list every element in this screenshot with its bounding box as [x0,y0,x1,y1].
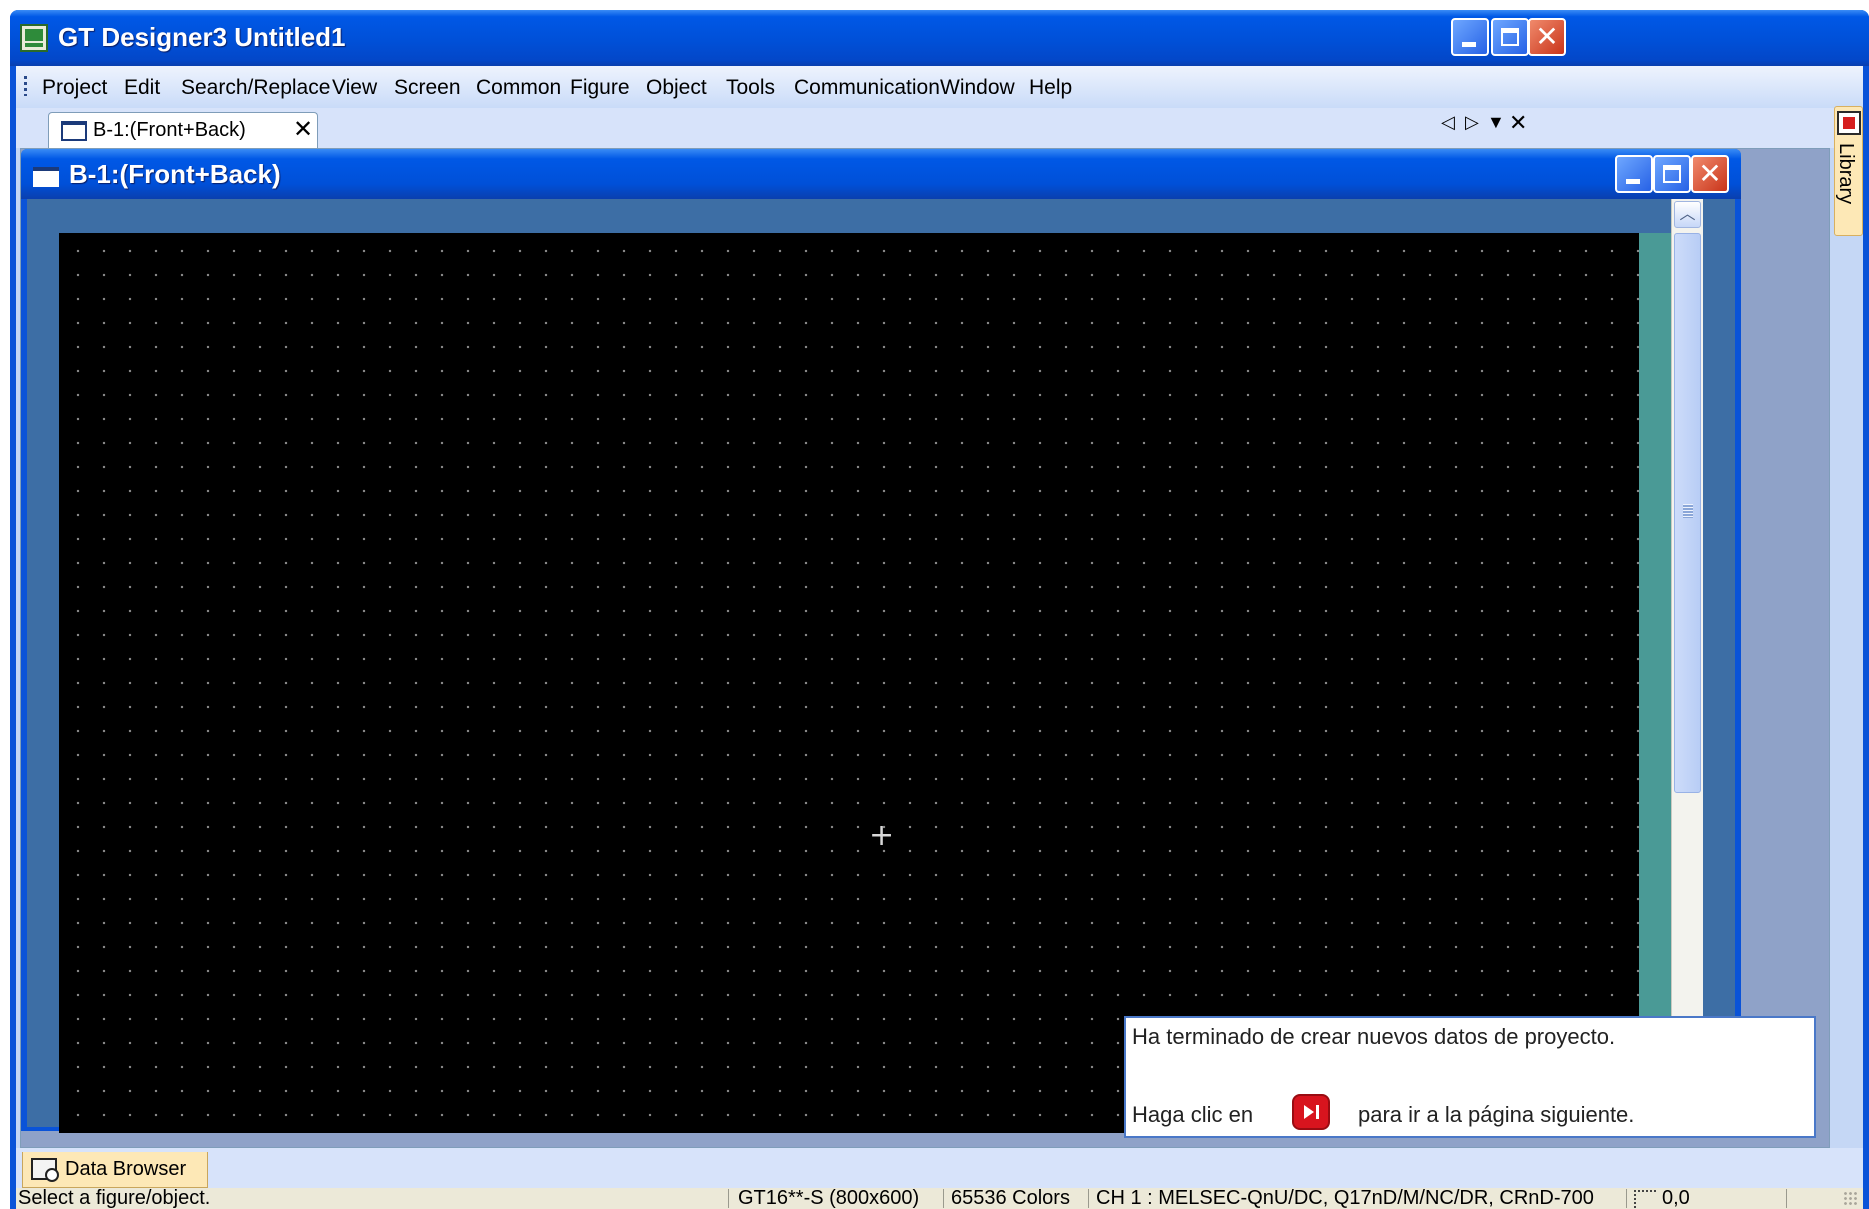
library-icon [1837,111,1861,135]
close-all-tabs-icon[interactable]: ✕ [1509,110,1527,136]
vertical-scrollbar[interactable]: ︿ [1671,199,1703,1127]
status-separator [1786,1189,1787,1208]
menu-edit[interactable]: Edit [124,76,160,100]
scroll-up-icon[interactable]: ︿ [1674,201,1701,228]
tab-close-icon[interactable]: ✕ [293,115,313,144]
close-button[interactable]: ✕ [1528,18,1566,56]
balloon-message: Ha terminado de crear nuevos datos de pr… [1132,1024,1616,1049]
minimize-button[interactable] [1451,18,1489,56]
tab-data-browser[interactable]: Data Browser [22,1152,208,1188]
status-separator [943,1189,944,1208]
menu-common[interactable]: Common [476,76,561,100]
tab-list-dropdown-icon[interactable]: ▼ [1487,112,1505,133]
menu-figure[interactable]: Figure [570,76,630,100]
child-minimize-button[interactable] [1615,155,1653,193]
title-bar[interactable]: GT Designer3 Untitled1 ✕ [10,10,1869,66]
data-browser-icon [31,1158,59,1182]
child-window-title: B-1:(Front+Back) [69,159,281,189]
status-separator [728,1189,729,1208]
tab-label: B-1:(Front+Back) [93,119,246,141]
menu-screen[interactable]: Screen [394,76,461,100]
status-separator [1088,1189,1089,1208]
thumb-grip [1683,504,1693,518]
close-icon: ✕ [1535,20,1559,53]
menu-view[interactable]: View [332,76,377,100]
balloon-instruction-prefix: Haga clic en [1132,1102,1254,1127]
library-label: Library [1835,143,1857,205]
maximize-icon [1501,28,1519,46]
app-window: GT Designer3 Untitled1 ✕ Project Edit Se… [10,10,1869,1209]
menu-communication[interactable]: Communication [794,76,940,100]
resize-grip[interactable] [1843,1191,1859,1207]
editor-client-area: + ︿ [27,199,1735,1133]
menu-help[interactable]: Help [1029,76,1072,100]
menu-tools[interactable]: Tools [726,76,775,100]
status-message: Select a figure/object. [18,1187,211,1209]
child-title-bar[interactable]: B-1:(Front+Back) ✕ [21,149,1741,199]
screen-icon [61,121,87,141]
maximize-button[interactable] [1491,18,1529,56]
screen-canvas[interactable]: + [59,233,1639,1133]
status-channel: CH 1 : MELSEC-QnU/DC, Q17nD/M/NC/DR, CRn… [1096,1187,1594,1209]
status-coordinates: 0,0 [1662,1187,1690,1209]
scrollbar-thumb[interactable] [1674,233,1701,793]
menu-object[interactable]: Object [646,76,707,100]
screen-editor-window: B-1:(Front+Back) ✕ + ︿ [21,149,1741,1133]
coordinates-icon [1634,1190,1656,1208]
app-client-area: Project Edit Search/Replace View Screen … [16,66,1863,1209]
scroll-tabs-left-icon[interactable]: ◁ [1441,112,1455,133]
status-colors: 65536 Colors [951,1187,1070,1209]
tab-screen-b1[interactable]: B-1:(Front+Back) ✕ [48,112,318,148]
child-close-button[interactable]: ✕ [1691,155,1729,193]
library-panel-tab[interactable]: Library [1834,106,1863,236]
next-page-icon[interactable] [1292,1094,1330,1130]
minimize-icon [1462,42,1476,47]
maximize-icon [1663,165,1681,183]
menu-bar: Project Edit Search/Replace View Screen … [16,66,1863,108]
status-bar: Select a figure/object. GT16**-S (800x60… [16,1188,1863,1209]
menu-window[interactable]: Window [940,76,1015,100]
minimize-icon [1626,179,1640,184]
balloon-instruction-suffix: para ir a la página siguiente. [1358,1102,1635,1127]
child-maximize-button[interactable] [1653,155,1691,193]
menu-grip[interactable] [24,76,27,96]
close-icon: ✕ [1698,157,1722,190]
menu-search-replace[interactable]: Search/Replace [181,76,330,100]
screen-icon [33,167,59,187]
canvas-edge-strip [1639,233,1671,1133]
window-title: GT Designer3 Untitled1 [58,22,346,52]
tutorial-balloon: Ha terminado de crear nuevos datos de pr… [1124,1016,1816,1138]
mdi-workspace: B-1:(Front+Back) ✕ + ︿ [20,148,1830,1148]
status-separator [1626,1189,1627,1208]
crosshair-icon: + [869,818,895,853]
menu-project[interactable]: Project [42,76,107,100]
scroll-tabs-right-icon[interactable]: ▷ [1465,112,1479,133]
app-icon [20,24,48,52]
document-tab-strip: B-1:(Front+Back) ✕ ◁ ▷ ▼ ✕ [16,108,1863,148]
status-got-model: GT16**-S (800x600) [738,1187,920,1209]
data-browser-label: Data Browser [65,1158,187,1180]
bottom-dock-bar: Data Browser [16,1148,1863,1188]
